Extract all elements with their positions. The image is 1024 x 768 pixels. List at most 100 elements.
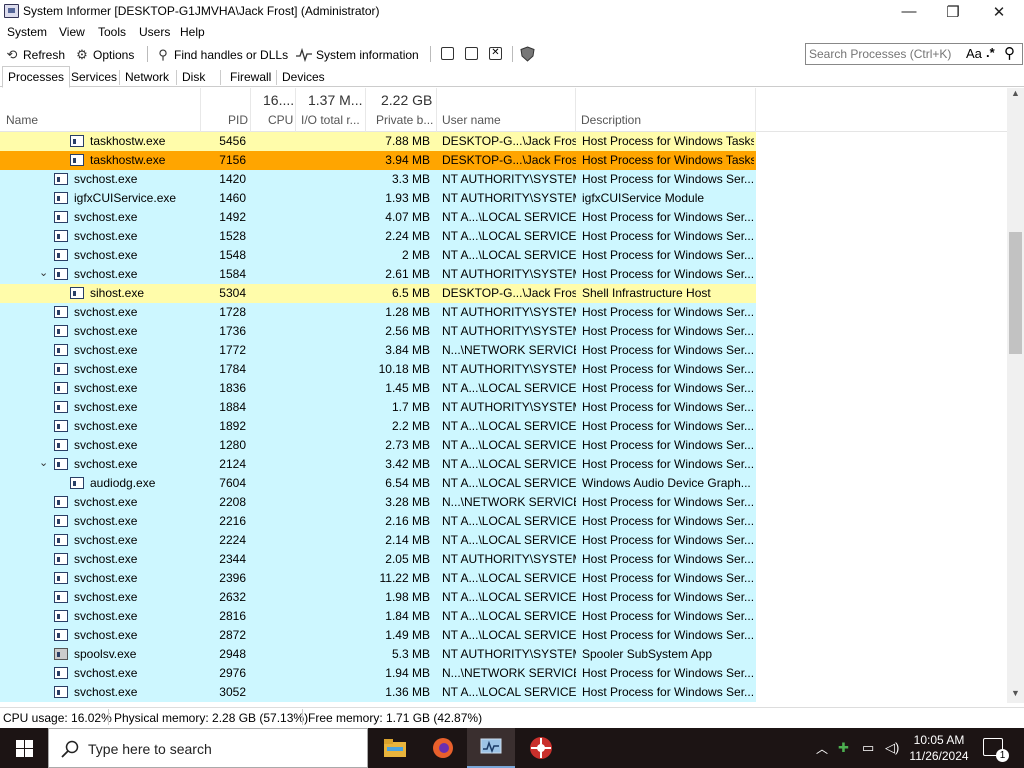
process-row[interactable]: taskhostw.exe 5456 7.88 MB DESKTOP-G...\Jac…	[0, 132, 756, 151]
process-row[interactable]: svchost.exe 2872 1.49 MB NT A...\LOCAL SERV…	[0, 626, 756, 645]
vertical-scrollbar[interactable]: ▲ ▼	[1007, 88, 1024, 703]
process-row[interactable]: svchost.exe 1492 4.07 MB NT A...\LOCAL SERV…	[0, 208, 756, 227]
notification-badge: 1	[996, 749, 1009, 762]
tab-firewall[interactable]: Firewall	[228, 69, 273, 87]
shield-icon[interactable]	[520, 46, 535, 62]
process-name: svchost.exe	[74, 666, 138, 680]
menu-system[interactable]: System	[7, 25, 47, 39]
tab-network[interactable]: Network	[123, 69, 171, 87]
scroll-up-icon[interactable]: ▲	[1011, 88, 1020, 98]
process-row[interactable]: igfxCUIService.exe 1460 1.93 MB NT AUTHORIT…	[0, 189, 756, 208]
column-description-label: Description	[581, 113, 642, 127]
process-row[interactable]: svchost.exe 2344 2.05 MB NT AUTHORITY\SYSTE…	[0, 550, 756, 569]
menu-view[interactable]: View	[59, 25, 85, 39]
column-header-name[interactable]: Name	[0, 88, 201, 132]
process-icon	[70, 287, 84, 299]
scroll-down-icon[interactable]: ▼	[1011, 688, 1020, 698]
find-handles-button[interactable]: ⚲ Find handles or DLLs	[156, 45, 288, 65]
case-sensitive-toggle[interactable]: Aa	[966, 46, 982, 61]
process-user: NT AUTHORITY\SYSTEM	[442, 305, 576, 319]
column-header-cpu[interactable]: 16.... CPU	[251, 88, 296, 132]
network-icon[interactable]: ▭	[862, 740, 874, 756]
process-row[interactable]: svchost.exe 1528 2.24 MB NT A...\LOCAL SERV…	[0, 227, 756, 246]
column-private-label: Private b...	[376, 113, 434, 127]
taskbar-search-box[interactable]: Type here to search	[48, 728, 368, 768]
system-information-button[interactable]: System information	[296, 45, 419, 65]
file-explorer-icon[interactable]	[371, 728, 419, 768]
refresh-button[interactable]: ⟲ Refresh	[5, 45, 65, 65]
process-row[interactable]: svchost.exe 1728 1.28 MB NT AUTHORITY\SYSTE…	[0, 303, 756, 322]
app-taskbar-icon[interactable]	[517, 728, 565, 768]
process-row[interactable]: svchost.exe 2208 3.28 MB N...\NETWORK SERVI…	[0, 493, 756, 512]
process-pid: 1836	[219, 381, 246, 395]
maximize-button[interactable]: ❐	[930, 0, 976, 23]
process-row[interactable]: svchost.exe 2976 1.94 MB N...\NETWORK SERVI…	[0, 664, 756, 683]
start-button[interactable]	[0, 728, 48, 768]
process-row[interactable]: svchost.exe 1280 2.73 MB NT A...\LOCAL SERV…	[0, 436, 756, 455]
taskbar-clock[interactable]: 10:05 AM 11/26/2024	[905, 732, 973, 764]
process-user: NT AUTHORITY\SYSTEM	[442, 647, 576, 661]
column-header-user[interactable]: User name	[437, 88, 576, 132]
search-input[interactable]	[809, 47, 959, 61]
firefox-icon[interactable]	[419, 728, 467, 768]
security-tray-icon[interactable]: ✚	[838, 740, 849, 756]
process-row[interactable]: taskhostw.exe 7156 3.94 MB DESKTOP-G...\Jac…	[0, 151, 756, 170]
process-row[interactable]: svchost.exe 2632 1.98 MB NT A...\LOCAL SERV…	[0, 588, 756, 607]
process-row[interactable]: svchost.exe 1548 2 MB NT A...\LOCAL SERVICE…	[0, 246, 756, 265]
column-header-pid[interactable]: PID	[201, 88, 251, 132]
process-icon	[70, 154, 84, 166]
process-row[interactable]: svchost.exe 2224 2.14 MB NT A...\LOCAL SERV…	[0, 531, 756, 550]
process-row[interactable]: ⌄ svchost.exe 1584 2.61 MB NT AUTHORITY\SYST…	[0, 265, 756, 284]
search-box[interactable]: Aa .* ⚲	[805, 43, 1023, 65]
collapse-chevron-icon[interactable]: ⌄	[39, 456, 48, 469]
process-row[interactable]: svchost.exe 1772 3.84 MB N...\NETWORK SERVI…	[0, 341, 756, 360]
scrollbar-thumb[interactable]	[1009, 232, 1022, 354]
show-hidden-icons-icon[interactable]: ︿	[816, 740, 828, 757]
close-button[interactable]: ✕	[976, 0, 1022, 23]
process-row[interactable]: audiodg.exe 7604 6.54 MB NT A...\LOCAL SERV…	[0, 474, 756, 493]
search-icon[interactable]: ⚲	[1004, 44, 1015, 62]
column-header-description[interactable]: Description	[576, 88, 756, 132]
process-row[interactable]: svchost.exe 1892 2.2 MB NT A...\LOCAL SERVI…	[0, 417, 756, 436]
collapse-chevron-icon[interactable]: ⌄	[39, 266, 48, 279]
volume-icon[interactable]: ◁)	[885, 740, 899, 756]
process-pid: 1584	[219, 267, 246, 281]
tab-services[interactable]: Services	[69, 69, 119, 87]
find-handles-label: Find handles or DLLs	[174, 48, 289, 62]
tab-processes[interactable]: Processes	[2, 66, 71, 88]
clock-date: 11/26/2024	[909, 749, 969, 763]
process-row[interactable]: svchost.exe 1784 10.18 MB NT AUTHORITY\SYST…	[0, 360, 756, 379]
column-header-io[interactable]: 1.37 M... I/O total r...	[296, 88, 366, 132]
process-row[interactable]: svchost.exe 1884 1.7 MB NT AUTHORITY\SYSTEM…	[0, 398, 756, 417]
system-informer-taskbar-icon[interactable]	[467, 728, 515, 768]
menu-users[interactable]: Users	[139, 25, 170, 39]
process-user: NT A...\LOCAL SERVICE	[442, 248, 576, 262]
column-header-private-bytes[interactable]: 2.22 GB Private b...	[366, 88, 437, 132]
window-icon[interactable]	[441, 47, 454, 60]
process-row[interactable]: svchost.exe 2396 11.22 MB NT A...\LOCAL SER…	[0, 569, 756, 588]
process-row[interactable]: svchost.exe 3052 1.36 MB NT A...\LOCAL SERV…	[0, 683, 756, 702]
find-window-icon[interactable]	[465, 47, 478, 60]
process-pid: 1528	[219, 229, 246, 243]
process-row[interactable]: spoolsv.exe 2948 5.3 MB NT AUTHORITY\SYSTEM…	[0, 645, 756, 664]
regex-toggle[interactable]: .*	[986, 45, 995, 60]
process-row[interactable]: sihost.exe 5304 6.5 MB DESKTOP-G...\Jack Fr…	[0, 284, 756, 303]
process-description: Host Process for Windows Ser...	[582, 628, 754, 642]
process-row[interactable]: svchost.exe 2816 1.84 MB NT A...\LOCAL SERV…	[0, 607, 756, 626]
menu-tools[interactable]: Tools	[98, 25, 126, 39]
io-total-value: 1.37 M...	[308, 92, 363, 108]
process-row[interactable]: svchost.exe 1836 1.45 MB NT A...\LOCAL SERV…	[0, 379, 756, 398]
tab-devices[interactable]: Devices	[280, 69, 327, 87]
process-row[interactable]: svchost.exe 1736 2.56 MB NT AUTHORITY\SYSTE…	[0, 322, 756, 341]
process-icon	[54, 496, 68, 508]
process-row[interactable]: svchost.exe 1420 3.3 MB NT AUTHORITY\SYSTEM…	[0, 170, 756, 189]
process-row[interactable]: svchost.exe 2216 2.16 MB NT A...\LOCAL SERV…	[0, 512, 756, 531]
tab-disk[interactable]: Disk	[180, 69, 207, 87]
terminate-icon[interactable]: ✕	[489, 47, 502, 60]
minimize-button[interactable]: —	[886, 0, 932, 23]
process-user: N...\NETWORK SERVICE	[442, 343, 576, 357]
process-row[interactable]: ⌄ svchost.exe 2124 3.42 MB NT A...\LOCAL SER…	[0, 455, 756, 474]
process-user: DESKTOP-G...\Jack Frost	[442, 286, 576, 300]
menu-help[interactable]: Help	[180, 25, 205, 39]
options-button[interactable]: ⚙ Options	[75, 45, 134, 65]
